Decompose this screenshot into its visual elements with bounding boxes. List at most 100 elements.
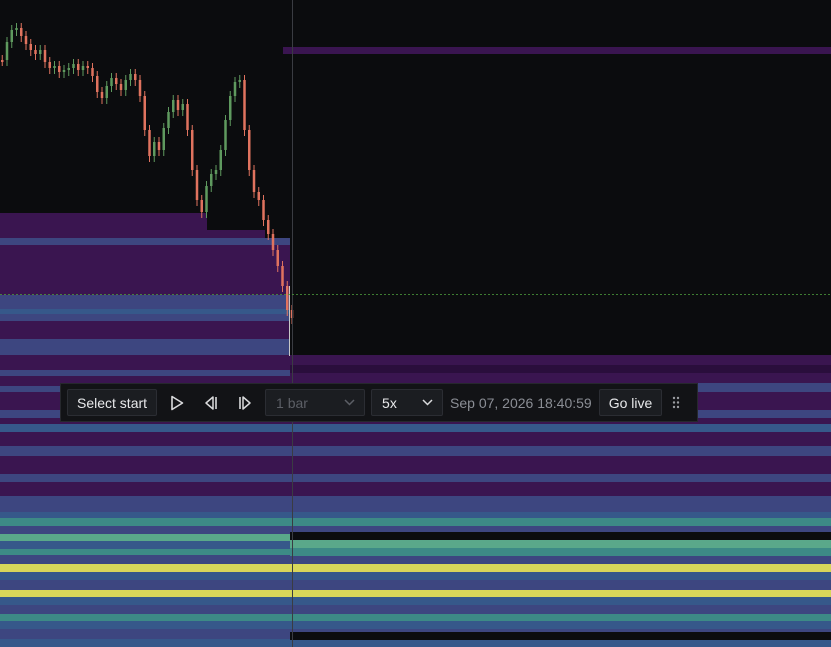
heatmap-band xyxy=(290,532,831,540)
heatmap-band xyxy=(290,496,831,512)
heatmap-band xyxy=(0,314,290,321)
heatmap-band xyxy=(290,548,831,556)
heatmap-band xyxy=(0,555,290,564)
step-size-select[interactable]: 1 bar xyxy=(265,389,366,416)
candle-body xyxy=(191,130,194,170)
select-start-button[interactable]: Select start xyxy=(67,389,158,416)
candle-body xyxy=(243,80,246,130)
heatmap-band xyxy=(0,621,290,629)
heatmap-band xyxy=(0,518,290,526)
candle-body xyxy=(219,150,222,170)
candle-body xyxy=(276,250,279,266)
candle-body xyxy=(24,36,28,44)
candle-body xyxy=(286,286,289,310)
drag-handle-icon xyxy=(673,396,680,409)
heatmap-band xyxy=(0,370,290,376)
candle-body xyxy=(129,74,132,80)
candle-body xyxy=(153,142,156,156)
candle-body xyxy=(58,66,61,72)
candle-body xyxy=(214,170,218,174)
candle-body xyxy=(233,82,237,96)
heatmap-band xyxy=(290,518,831,526)
heatmap-band xyxy=(290,614,831,621)
heatmap-band xyxy=(0,534,290,541)
candle-body xyxy=(53,66,56,68)
heatmap-band xyxy=(0,614,290,621)
candle-body xyxy=(100,92,104,98)
heatmap-band xyxy=(0,339,290,355)
candle-body xyxy=(148,130,151,156)
candle-body xyxy=(186,104,189,130)
heatmap-band xyxy=(0,639,290,647)
order-book-heatmap-current xyxy=(283,47,831,647)
heatmap-band xyxy=(290,640,831,647)
heatmap-band xyxy=(283,47,831,54)
step-back-button[interactable] xyxy=(197,389,225,416)
replay-speed-select[interactable]: 5x xyxy=(371,389,444,416)
heatmap-band xyxy=(0,482,290,496)
candle-body xyxy=(262,200,265,220)
candle-body xyxy=(15,28,18,30)
candle-body xyxy=(10,30,13,42)
candle-body xyxy=(115,78,118,84)
heatmap-band xyxy=(290,482,831,496)
heatmap-band xyxy=(0,526,290,534)
go-live-button[interactable]: Go live xyxy=(598,389,663,416)
candle-body xyxy=(124,80,127,90)
heatmap-band xyxy=(0,424,290,432)
candle-body xyxy=(181,104,184,110)
heatmap-band xyxy=(0,549,290,555)
heatmap-band xyxy=(0,321,290,339)
heatmap-band xyxy=(290,355,831,365)
step-forward-button[interactable] xyxy=(231,389,259,416)
heatmap-band xyxy=(290,512,831,518)
heatmap-band xyxy=(0,512,290,518)
replay-speed-value: 5x xyxy=(382,394,397,411)
candle-body xyxy=(210,174,213,186)
candle-body xyxy=(238,80,241,82)
order-book-heatmap-history xyxy=(0,213,290,647)
heatmap-band xyxy=(290,456,831,474)
heatmap-gap xyxy=(207,213,290,230)
candle-body xyxy=(119,84,123,90)
candle-body xyxy=(138,80,142,96)
heatmap-band xyxy=(0,355,290,370)
heatmap-band xyxy=(290,540,831,548)
candle-body xyxy=(134,74,137,80)
heatmap-band xyxy=(0,605,290,614)
drag-handle[interactable] xyxy=(668,389,684,416)
candle-body xyxy=(5,42,9,60)
candle-body xyxy=(91,68,94,76)
heatmap-band xyxy=(0,245,290,295)
candle-body xyxy=(205,186,208,212)
step-forward-icon xyxy=(239,395,251,410)
price-chart[interactable] xyxy=(0,0,831,647)
candle-body xyxy=(267,220,270,234)
heatmap-band xyxy=(0,580,290,590)
heatmap-band xyxy=(0,295,290,309)
candle-body xyxy=(224,120,227,150)
candle-body xyxy=(143,96,146,130)
heatmap-band xyxy=(290,597,831,605)
heatmap-band xyxy=(0,309,290,314)
heatmap-band xyxy=(0,541,290,549)
heatmap-band xyxy=(290,580,831,590)
play-button[interactable] xyxy=(163,389,191,416)
play-icon xyxy=(171,395,184,410)
candle-body xyxy=(29,44,32,50)
candle-body xyxy=(200,200,203,212)
candle-body xyxy=(110,78,113,86)
candle-body xyxy=(248,130,251,170)
candle-body xyxy=(48,62,51,68)
heatmap-band xyxy=(0,629,290,639)
heatmap-band xyxy=(0,456,290,474)
replay-toolbar: Select start 1 bar 5x Sep 07, 2026 18:40… xyxy=(60,383,698,422)
candle-body xyxy=(39,50,42,54)
candle-body xyxy=(162,128,165,150)
candle-body xyxy=(77,64,80,70)
heatmap-band xyxy=(0,564,290,572)
heatmap-band xyxy=(0,474,290,482)
replay-timestamp: Sep 07, 2026 18:40:59 xyxy=(450,394,592,411)
candle-body xyxy=(34,50,37,54)
candle-body xyxy=(271,234,275,250)
